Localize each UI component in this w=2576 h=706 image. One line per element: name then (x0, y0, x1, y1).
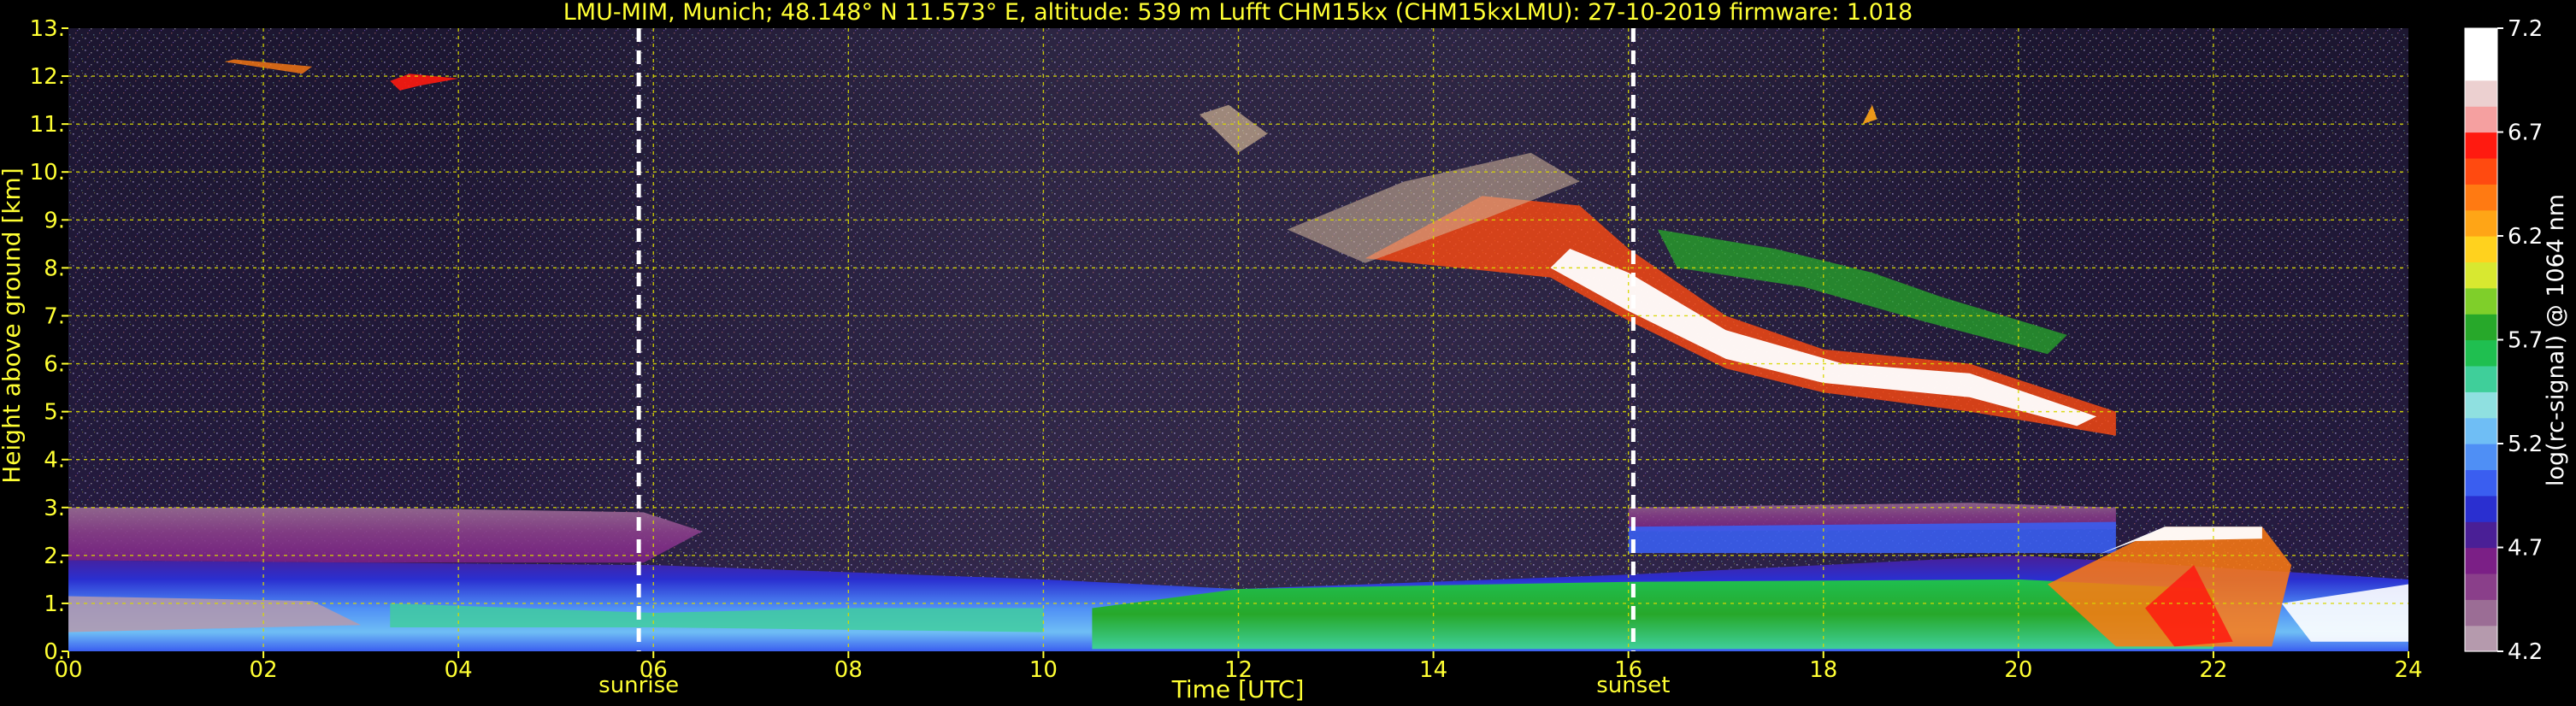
ceilometer-figure: LMU-MIM, Munich; 48.148° N 11.573° E, al… (0, 0, 2569, 703)
colorbar-swatch (2465, 132, 2497, 159)
y-tick-label: 11. (30, 112, 65, 138)
x-tick-label: 16 (1614, 657, 1642, 683)
x-axis-label: Time [UTC] (1171, 675, 1305, 703)
y-tick-label: 7. (44, 303, 65, 329)
colorbar-tick-label: 6.2 (2508, 224, 2543, 250)
y-tick-label: 13. (30, 16, 65, 42)
colorbar-swatch (2465, 314, 2497, 341)
x-tick-label: 04 (445, 657, 473, 683)
y-tick-label: 4. (44, 448, 65, 474)
colorbar-swatch (2465, 391, 2497, 419)
colorbar-swatch (2465, 287, 2497, 315)
colorbar-swatch (2465, 547, 2497, 574)
colorbar-swatch (2465, 625, 2497, 652)
colorbar-tick-label: 5.2 (2508, 432, 2543, 457)
x-tick-label: 18 (1809, 657, 1837, 683)
y-axis: 0. 1. 2. 3. 4. 5. 6. 7. 8. 9. 10. 11. 12. 13. (30, 16, 68, 665)
y-tick-label: 1. (44, 591, 65, 617)
y-tick-label: 9. (44, 208, 65, 233)
colorbar-swatch (2465, 417, 2497, 444)
y-tick-label: 3. (44, 496, 65, 521)
colorbar: 4.2 4.7 5.2 5.7 6.2 6.7 7.2 (2464, 16, 2543, 665)
y-tick-label: 6. (44, 352, 65, 378)
residual-layer (68, 507, 703, 563)
y-tick-label: 8. (44, 256, 65, 281)
colorbar-tick-label: 4.7 (2508, 536, 2543, 562)
y-tick-label: 12. (30, 64, 65, 90)
y-tick-label: 10. (30, 160, 65, 185)
colorbar-label: log(rc-signal) @ 1064 nm (2543, 194, 2569, 486)
colorbar-swatch (2465, 106, 2497, 133)
colorbar-swatch (2465, 262, 2497, 289)
mixing-layer-green (1092, 579, 2213, 650)
y-axis-label: Height above ground [km] (0, 168, 26, 484)
x-tick-label: 10 (1029, 657, 1058, 683)
colorbar-swatch (2465, 209, 2497, 237)
colorbar-swatch (2465, 573, 2497, 600)
colorbar-tick-label: 7.2 (2508, 16, 2543, 42)
colorbar-tick-label: 5.7 (2508, 328, 2543, 354)
colorbar-swatch (2465, 157, 2497, 185)
colorbar-tick-label: 6.7 (2508, 121, 2543, 146)
x-tick-label: 06 (640, 657, 668, 683)
colorbar-swatch (2465, 599, 2497, 627)
evening-layer-blue (1628, 521, 2116, 553)
y-tick-label: 0. (44, 639, 65, 665)
colorbar-swatch (2465, 54, 2497, 81)
colorbar-swatch (2465, 28, 2497, 55)
colorbar-swatch (2465, 184, 2497, 211)
y-tick-label: 5. (44, 400, 65, 426)
x-tick-label: 08 (834, 657, 863, 683)
x-tick-label: 14 (1419, 657, 1447, 683)
colorbar-swatch (2465, 521, 2497, 549)
y-tick-label: 2. (44, 544, 65, 569)
colorbar-tick-label: 4.2 (2508, 639, 2543, 665)
colorbar-swatch (2465, 339, 2497, 367)
colorbar-swatch (2465, 495, 2497, 522)
colorbar-swatch (2465, 365, 2497, 392)
colorbar-swatch (2465, 236, 2497, 262)
chart-title: LMU-MIM, Munich; 48.148° N 11.573° E, al… (563, 0, 1913, 26)
colorbar-swatch (2465, 444, 2497, 470)
x-tick-label: 20 (2004, 657, 2032, 683)
x-tick-label: 22 (2199, 657, 2227, 683)
colorbar-swatch (2465, 79, 2497, 107)
x-tick-label: 02 (250, 657, 278, 683)
x-tick-label: 24 (2394, 657, 2422, 683)
colorbar-swatch (2465, 469, 2497, 497)
